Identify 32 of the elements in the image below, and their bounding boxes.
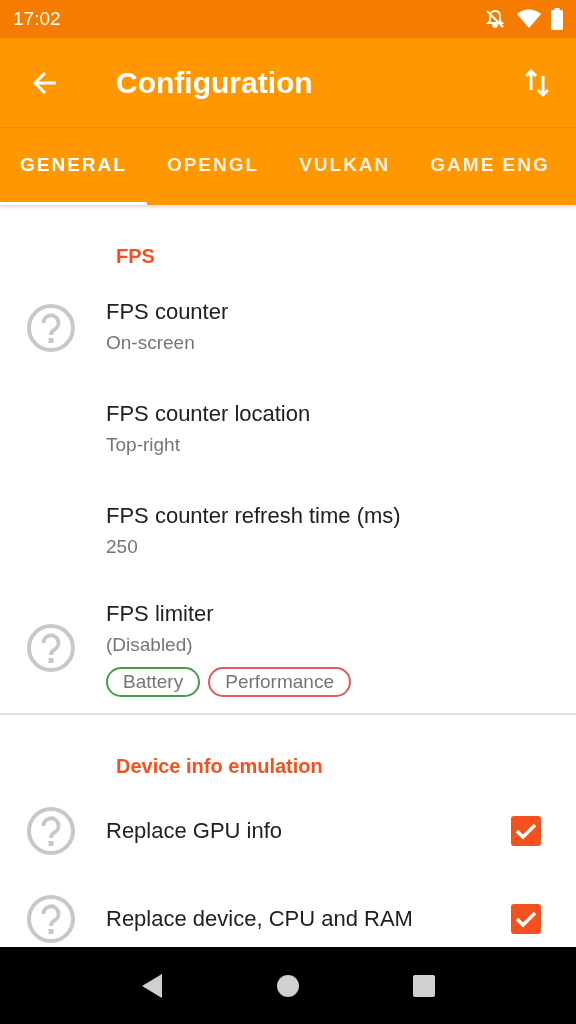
checkbox[interactable]	[511, 816, 541, 846]
back-icon[interactable]	[140, 972, 164, 999]
section-header: Device info emulation	[116, 755, 323, 777]
check-icon	[515, 910, 537, 928]
help-icon[interactable]	[26, 623, 76, 673]
setting-summary: (Disabled)	[106, 633, 194, 657]
setting-title[interactable]: FPS counter location	[106, 399, 576, 429]
swap-arrows-icon[interactable]	[525, 67, 549, 98]
setting-summary: 250	[106, 535, 139, 559]
recents-icon[interactable]	[412, 973, 436, 998]
check-icon	[515, 822, 537, 840]
back-arrow-icon[interactable]	[32, 70, 58, 95]
setting-summary: Top-right	[106, 433, 181, 457]
help-icon[interactable]	[26, 806, 76, 856]
section-header: FPS	[116, 245, 155, 267]
app-bar-title: Configuration	[116, 65, 313, 101]
setting-title[interactable]: FPS counter	[106, 297, 576, 327]
wifi-icon	[517, 9, 541, 29]
setting-title[interactable]: Replace GPU info	[106, 816, 476, 846]
setting-title[interactable]: Replace device, CPU and RAM	[106, 904, 476, 934]
setting-title[interactable]: FPS limiter	[106, 599, 576, 629]
status-time: 17:02	[13, 6, 61, 31]
checkbox[interactable]	[511, 904, 541, 934]
tag: Battery	[106, 667, 201, 697]
setting-summary: On-screen	[106, 331, 196, 355]
home-icon[interactable]	[276, 973, 300, 998]
help-icon[interactable]	[26, 894, 76, 944]
tag: Performance	[208, 667, 351, 697]
battery-icon	[551, 8, 563, 30]
setting-title[interactable]: FPS counter refresh time (ms)	[106, 501, 576, 531]
bell-off-icon	[485, 9, 505, 29]
help-icon[interactable]	[26, 303, 76, 353]
